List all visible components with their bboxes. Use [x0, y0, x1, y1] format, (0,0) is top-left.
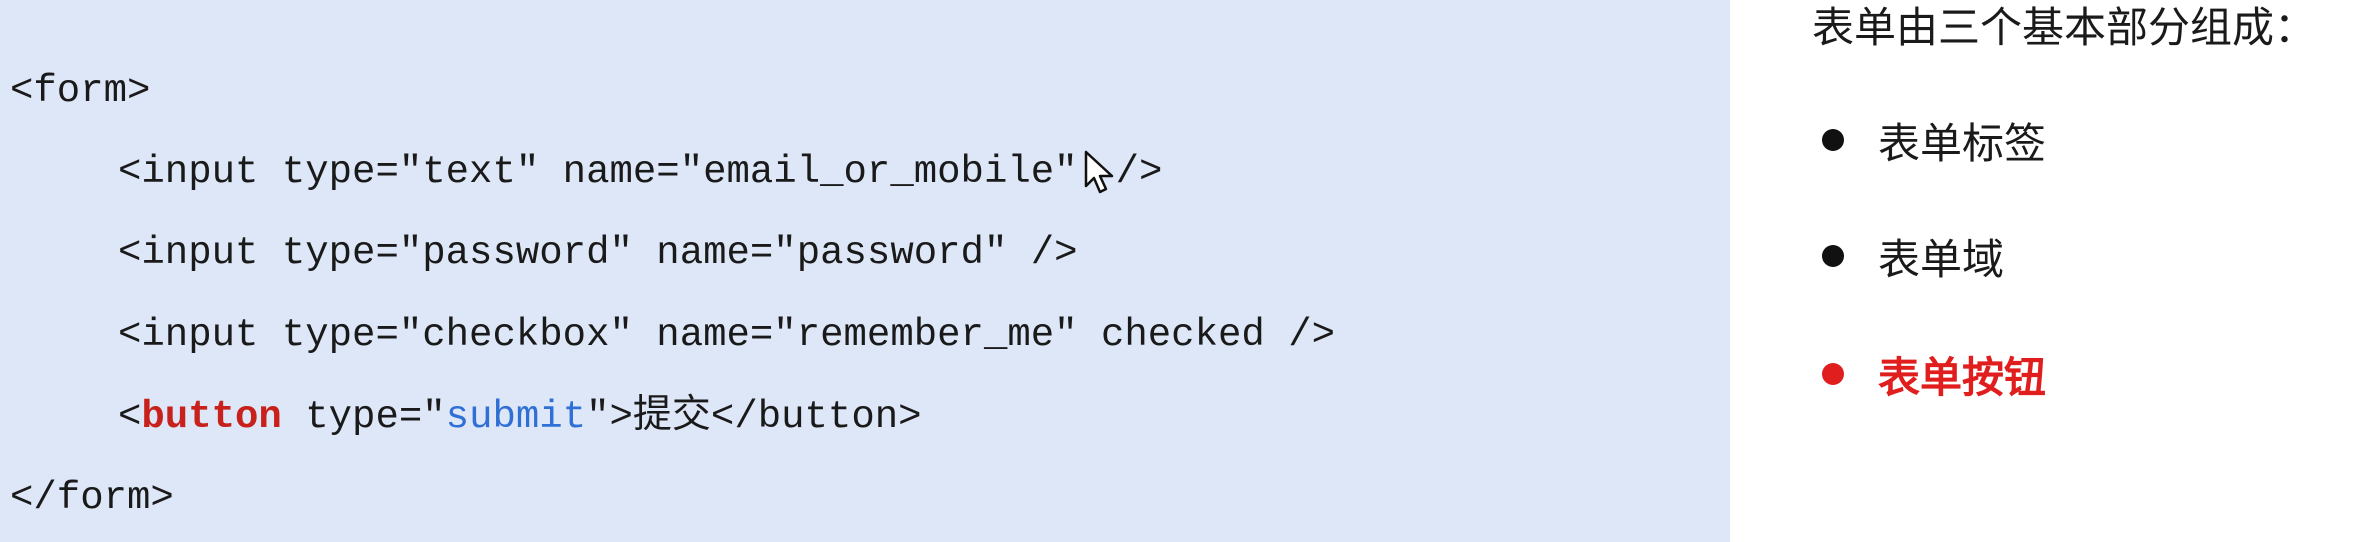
- code-line-button: <button type="submit">提交</button>: [118, 387, 922, 447]
- bullet-item-form-field: 表单域: [1808, 228, 2004, 284]
- bullet-item-form-tag: 表单标签: [1808, 112, 2046, 168]
- code-bracket: <: [118, 395, 142, 439]
- bullet-dot-icon: [1822, 129, 1844, 151]
- notes-title: 表单由三个基本部分组成：: [1812, 3, 2317, 52]
- code-keyword-button: button: [141, 395, 282, 439]
- slide: <form> <input type="text" name="email_or…: [0, 0, 2360, 542]
- code-line-input-checkbox: <input type="checkbox" name="remember_me…: [118, 313, 1335, 357]
- code-rest: ">提交</button>: [586, 395, 922, 439]
- bullet-label: 表单标签: [1878, 118, 2047, 168]
- code-panel: <form> <input type="text" name="email_or…: [0, 0, 1730, 542]
- bullet-item-form-button: 表单按钮: [1808, 346, 2046, 402]
- code-line-input-password: <input type="password" name="password" /…: [118, 231, 1078, 275]
- code-text: <input type="text" name="email_or_mobile…: [118, 150, 1078, 194]
- bullet-dot-icon: [1822, 363, 1844, 385]
- bullet-dot-icon: [1822, 245, 1844, 267]
- code-line-form-close: </form>: [10, 476, 174, 520]
- code-line-form-open: <form>: [10, 69, 151, 113]
- code-text-end: />: [1115, 150, 1163, 194]
- code-value-submit: submit: [445, 395, 587, 439]
- notes-panel: 表单由三个基本部分组成： 表单标签 表单域 表单按钮: [1808, 0, 2360, 542]
- mouse-pointer-icon: [1084, 150, 1113, 193]
- code-line-input-text: <input type="text" name="email_or_mobile…: [118, 142, 1162, 202]
- bullet-label: 表单按钮: [1878, 352, 2047, 402]
- code-attr: type=": [281, 395, 446, 439]
- bullet-label: 表单域: [1878, 234, 2005, 284]
